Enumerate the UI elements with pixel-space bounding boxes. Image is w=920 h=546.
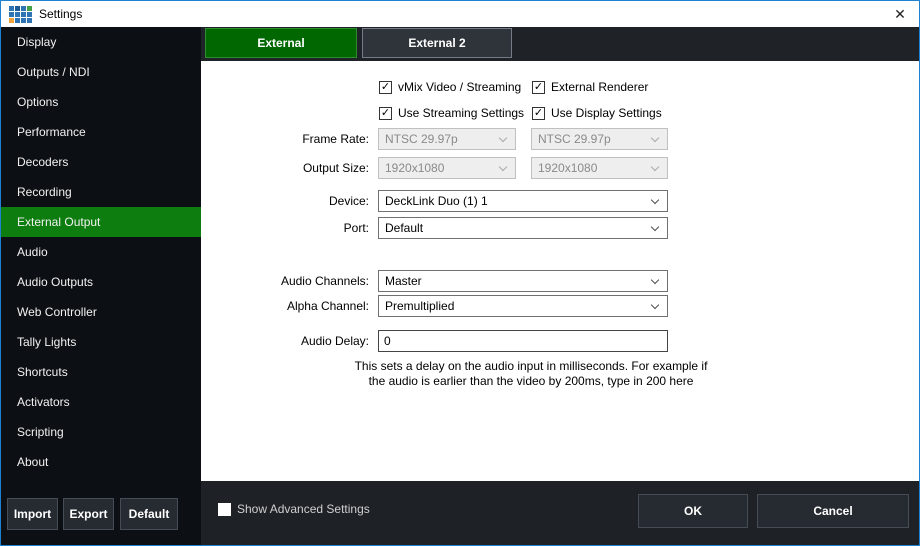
output-size-select-2[interactable]: 1920x1080 xyxy=(531,157,668,179)
sidebar-item-audio[interactable]: Audio xyxy=(1,237,201,267)
checkbox-checked-icon xyxy=(379,107,392,120)
sidebar-item-scripting[interactable]: Scripting xyxy=(1,417,201,447)
chevron-down-icon xyxy=(651,134,659,142)
import-button[interactable]: Import xyxy=(7,498,58,530)
sidebar-item-recording[interactable]: Recording xyxy=(1,177,201,207)
use-streaming-settings-checkbox[interactable]: Use Streaming Settings xyxy=(379,106,524,120)
footer-bar: Show Advanced Settings OK Cancel xyxy=(201,481,919,545)
alpha-channel-select[interactable]: Premultiplied xyxy=(378,295,668,317)
settings-window: Settings ✕ Display Outputs / NDI Options… xyxy=(0,0,920,546)
output-size-label: Output Size: xyxy=(201,161,369,175)
checkbox-unchecked-icon xyxy=(218,503,231,516)
audio-channels-select[interactable]: Master xyxy=(378,270,668,292)
output-size-select-1[interactable]: 1920x1080 xyxy=(378,157,516,179)
checkbox-checked-icon xyxy=(532,81,545,94)
titlebar: Settings ✕ xyxy=(1,1,919,27)
vmix-logo-icon xyxy=(9,6,32,23)
chevron-down-icon xyxy=(651,301,659,309)
window-title: Settings xyxy=(39,7,82,21)
show-advanced-settings-checkbox[interactable]: Show Advanced Settings xyxy=(218,502,370,516)
checkbox-checked-icon xyxy=(532,107,545,120)
chevron-down-icon xyxy=(499,134,507,142)
device-select[interactable]: DeckLink Duo (1) 1 xyxy=(378,190,668,212)
chevron-down-icon xyxy=(499,163,507,171)
external-renderer-checkbox[interactable]: External Renderer xyxy=(532,80,648,94)
sidebar-item-audio-outputs[interactable]: Audio Outputs xyxy=(1,267,201,297)
sidebar-item-performance[interactable]: Performance xyxy=(1,117,201,147)
device-label: Device: xyxy=(201,194,369,208)
port-label: Port: xyxy=(201,221,369,235)
sidebar-item-activators[interactable]: Activators xyxy=(1,387,201,417)
sidebar-item-tally-lights[interactable]: Tally Lights xyxy=(1,327,201,357)
close-icon[interactable]: ✕ xyxy=(889,3,911,25)
frame-rate-select-2[interactable]: NTSC 29.97p xyxy=(531,128,668,150)
audio-delay-help-text: This sets a delay on the audio input in … xyxy=(351,359,711,389)
audio-delay-label: Audio Delay: xyxy=(201,334,369,348)
sidebar-item-options[interactable]: Options xyxy=(1,87,201,117)
default-button[interactable]: Default xyxy=(120,498,178,530)
cancel-button[interactable]: Cancel xyxy=(757,494,909,528)
vmix-video-streaming-checkbox[interactable]: vMix Video / Streaming xyxy=(379,80,521,94)
sidebar-item-decoders[interactable]: Decoders xyxy=(1,147,201,177)
frame-rate-select-1[interactable]: NTSC 29.97p xyxy=(378,128,516,150)
chevron-down-icon xyxy=(651,276,659,284)
port-select[interactable]: Default xyxy=(378,217,668,239)
frame-rate-label: Frame Rate: xyxy=(201,132,369,146)
use-display-settings-checkbox[interactable]: Use Display Settings xyxy=(532,106,662,120)
audio-channels-label: Audio Channels: xyxy=(201,274,369,288)
tab-bar: External External 2 xyxy=(201,27,919,61)
chevron-down-icon xyxy=(651,196,659,204)
export-button[interactable]: Export xyxy=(63,498,114,530)
sidebar-item-outputs-ndi[interactable]: Outputs / NDI xyxy=(1,57,201,87)
checkbox-checked-icon xyxy=(379,81,392,94)
chevron-down-icon xyxy=(651,223,659,231)
alpha-channel-label: Alpha Channel: xyxy=(201,299,369,313)
external-output-form: vMix Video / Streaming External Renderer… xyxy=(201,61,919,481)
sidebar-item-display[interactable]: Display xyxy=(1,27,201,57)
sidebar-item-shortcuts[interactable]: Shortcuts xyxy=(1,357,201,387)
sidebar: Display Outputs / NDI Options Performanc… xyxy=(1,27,201,545)
ok-button[interactable]: OK xyxy=(638,494,748,528)
chevron-down-icon xyxy=(651,163,659,171)
sidebar-item-external-output[interactable]: External Output xyxy=(1,207,201,237)
tab-external[interactable]: External xyxy=(205,28,357,58)
tab-external-2[interactable]: External 2 xyxy=(362,28,512,58)
sidebar-item-web-controller[interactable]: Web Controller xyxy=(1,297,201,327)
content-panel: External External 2 vMix Video / Streami… xyxy=(201,27,919,545)
audio-delay-input[interactable] xyxy=(378,330,668,352)
sidebar-item-about[interactable]: About xyxy=(1,447,201,477)
